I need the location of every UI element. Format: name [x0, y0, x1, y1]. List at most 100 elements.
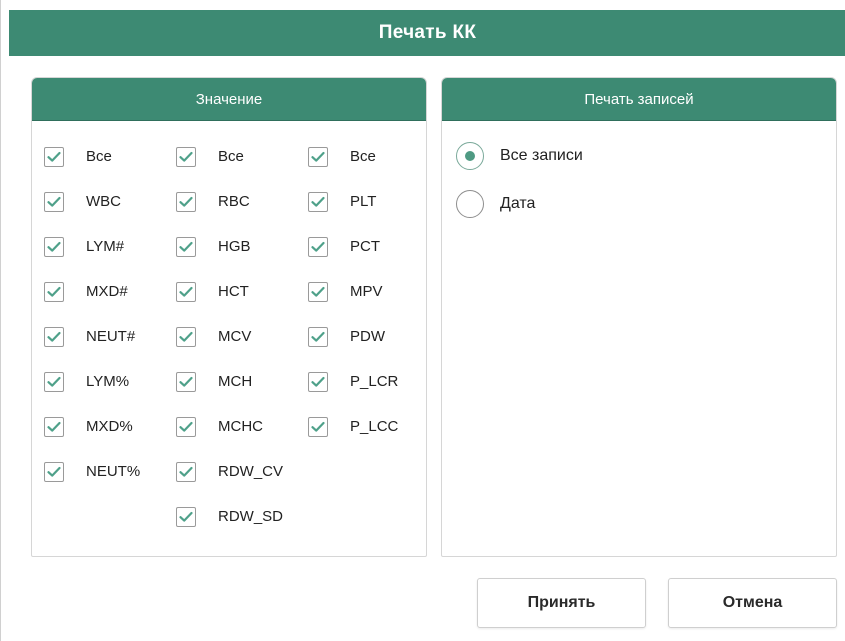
checkbox-item[interactable]: MXD#: [44, 269, 140, 314]
checkmark-icon: [47, 286, 61, 298]
checkbox-checked[interactable]: [44, 236, 64, 257]
print-records-panel: Печать записей Все записи Дата: [441, 77, 837, 557]
checkbox-item[interactable]: NEUT#: [44, 314, 140, 359]
checkmark-icon: [47, 196, 61, 208]
checkbox-checked[interactable]: [44, 416, 64, 437]
checkmark-icon: [179, 331, 193, 343]
checkmark-icon: [47, 421, 61, 433]
checkmark-icon: [179, 421, 193, 433]
checkbox-item[interactable]: PLT: [308, 179, 398, 224]
checkbox-item[interactable]: HGB: [176, 224, 283, 269]
checkbox-checked[interactable]: [176, 146, 196, 167]
checkbox-item[interactable]: MCV: [176, 314, 283, 359]
checkbox-item[interactable]: MCHC: [176, 404, 283, 449]
checkbox-item[interactable]: P_LCR: [308, 359, 398, 404]
checkbox-item[interactable]: Все: [176, 134, 283, 179]
radio-date-label: Дата: [500, 195, 536, 212]
checkbox-checked[interactable]: [44, 191, 64, 212]
checkbox-item[interactable]: PCT: [308, 224, 398, 269]
checkbox-item[interactable]: P_LCC: [308, 404, 398, 449]
checkbox-label: RDW_CV: [218, 463, 284, 480]
checkbox-label: RDW_SD: [218, 508, 284, 525]
checkbox-checked[interactable]: [308, 416, 328, 437]
checkbox-item[interactable]: MXD%: [44, 404, 140, 449]
checkbox-label: LYM#: [86, 238, 125, 255]
checkbox-label: LYM%: [86, 373, 130, 390]
checkmark-icon: [47, 151, 61, 163]
checkmark-icon: [311, 421, 325, 433]
checkbox-item[interactable]: Все: [308, 134, 398, 179]
checkbox-label: PDW: [350, 328, 385, 345]
checkbox-item[interactable]: Все: [44, 134, 140, 179]
checkbox-checked[interactable]: [44, 326, 64, 347]
values-column-plt: Все PLT PCT MPV PDW P_LCR P_LCC: [308, 134, 398, 449]
checkmark-icon: [179, 241, 193, 253]
checkbox-label: Все: [350, 148, 376, 165]
checkbox-item[interactable]: MPV: [308, 269, 398, 314]
checkmark-icon: [179, 196, 193, 208]
checkmark-icon: [47, 331, 61, 343]
values-column-wbc: Все WBC LYM# MXD# NEUT# LYM% MXD% NEUT%: [44, 134, 140, 494]
checkmark-icon: [311, 331, 325, 343]
checkbox-item[interactable]: LYM%: [44, 359, 140, 404]
radio-all-records-indicator[interactable]: [456, 142, 484, 170]
checkbox-label: NEUT%: [86, 463, 141, 480]
checkbox-checked[interactable]: [176, 461, 196, 482]
checkbox-checked[interactable]: [176, 281, 196, 302]
checkbox-checked[interactable]: [44, 146, 64, 167]
checkbox-item[interactable]: RDW_SD: [176, 494, 283, 539]
checkbox-checked[interactable]: [44, 281, 64, 302]
checkbox-label: NEUT#: [86, 328, 136, 345]
checkbox-label: Все: [218, 148, 244, 165]
checkbox-checked[interactable]: [176, 326, 196, 347]
checkbox-label: MCHC: [218, 418, 263, 435]
checkmark-icon: [311, 286, 325, 298]
checkbox-item[interactable]: PDW: [308, 314, 398, 359]
checkbox-checked[interactable]: [308, 371, 328, 392]
radio-selected-dot: [465, 151, 475, 161]
checkbox-checked[interactable]: [308, 236, 328, 257]
checkbox-checked[interactable]: [308, 146, 328, 167]
checkbox-label: PCT: [350, 238, 380, 255]
values-panel-header: Значение: [32, 78, 426, 121]
checkmark-icon: [179, 466, 193, 478]
checkbox-checked[interactable]: [176, 506, 196, 527]
checkbox-checked[interactable]: [44, 371, 64, 392]
radio-all-records[interactable]: Все записи: [456, 142, 583, 170]
cancel-button[interactable]: Отмена: [668, 578, 837, 628]
checkbox-label: MCH: [218, 373, 253, 390]
checkbox-checked[interactable]: [176, 371, 196, 392]
checkbox-checked[interactable]: [176, 236, 196, 257]
values-panel: Значение Все WBC LYM# MXD# NEUT# LYM% MXD% NEUT…: [31, 77, 427, 557]
checkbox-checked[interactable]: [44, 461, 64, 482]
checkmark-icon: [311, 241, 325, 253]
checkbox-checked[interactable]: [308, 191, 328, 212]
checkbox-item[interactable]: LYM#: [44, 224, 140, 269]
radio-all-records-label: Все записи: [500, 147, 583, 164]
checkbox-item[interactable]: RDW_CV: [176, 449, 283, 494]
checkbox-item[interactable]: HCT: [176, 269, 283, 314]
checkmark-icon: [311, 376, 325, 388]
checkbox-checked[interactable]: [176, 416, 196, 437]
checkbox-item[interactable]: WBC: [44, 179, 140, 224]
checkbox-checked[interactable]: [308, 281, 328, 302]
radio-date[interactable]: Дата: [456, 190, 535, 218]
radio-date-indicator[interactable]: [456, 190, 484, 218]
checkbox-item[interactable]: RBC: [176, 179, 283, 224]
checkbox-label: WBC: [86, 193, 121, 210]
checkmark-icon: [47, 466, 61, 478]
checkmark-icon: [179, 511, 193, 523]
checkmark-icon: [179, 376, 193, 388]
checkmark-icon: [179, 151, 193, 163]
checkbox-item[interactable]: NEUT%: [44, 449, 140, 494]
checkbox-checked[interactable]: [176, 191, 196, 212]
checkbox-checked[interactable]: [308, 326, 328, 347]
dialog-title: Печать КК: [9, 10, 845, 56]
checkbox-item[interactable]: MCH: [176, 359, 283, 404]
checkmark-icon: [47, 376, 61, 388]
checkbox-label: HGB: [218, 238, 251, 255]
print-qc-dialog: Печать КК Значение Все WBC LYM# MXD# NEUT# LY…: [0, 0, 845, 641]
accept-button[interactable]: Принять: [477, 578, 646, 628]
checkbox-label: MCV: [218, 328, 252, 345]
print-records-panel-header: Печать записей: [442, 78, 836, 121]
